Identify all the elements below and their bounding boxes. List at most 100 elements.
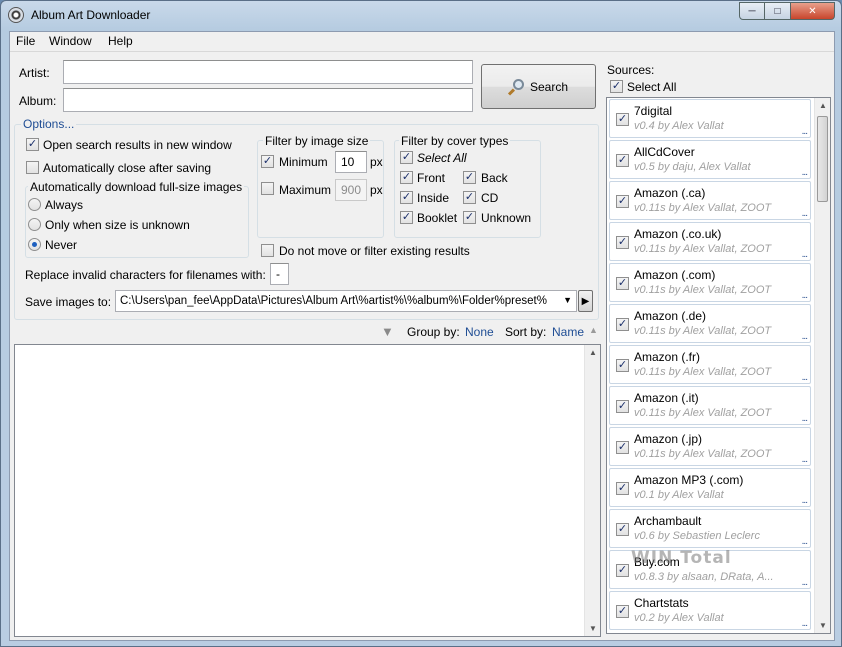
source-item[interactable]: ✓ Chartstats v0.2 by Alex Vallat... <box>609 591 811 630</box>
source-item[interactable]: ✓ Amazon MP3 (.com) v0.1 by Alex Vallat... <box>609 468 811 507</box>
filter-funnel-icon[interactable]: ▼ <box>381 324 394 339</box>
inside-checkbox[interactable]: ✓ <box>400 191 413 204</box>
source-item[interactable]: ✓ 7digital v0.4 by Alex Vallat... <box>609 99 811 138</box>
save-path-label: Save images to: <box>25 295 112 309</box>
source-item[interactable]: ✓ Amazon (.jp) v0.11s by Alex Vallat, ZOOT… <box>609 427 811 466</box>
minimize-button[interactable]: ─ <box>739 2 765 20</box>
source-name: Amazon (.fr) <box>634 350 701 364</box>
sources-select-all-checkbox[interactable]: ✓ <box>610 80 623 93</box>
cd-checkbox[interactable]: ✓ <box>463 191 476 204</box>
sources-scrollbar[interactable]: ▲ ▼ <box>814 98 830 633</box>
replace-input[interactable]: - <box>270 263 289 285</box>
minimum-input[interactable]: 10 <box>335 151 367 173</box>
scroll-up-icon[interactable]: ▲ <box>589 348 597 357</box>
close-button[interactable]: ✕ <box>791 2 835 20</box>
maximum-checkbox[interactable] <box>261 182 274 195</box>
back-checkbox[interactable]: ✓ <box>463 171 476 184</box>
menu-window[interactable]: Window <box>49 34 92 48</box>
source-checkbox[interactable]: ✓ <box>616 523 629 536</box>
title-bar[interactable]: Album Art Downloader ─ □ ✕ <box>1 1 841 31</box>
source-name: Amazon (.co.uk) <box>634 227 722 241</box>
source-item[interactable]: ✓ Amazon (.co.uk) v0.11s by Alex Vallat, Z… <box>609 222 811 261</box>
menu-help[interactable]: Help <box>108 34 133 48</box>
minimum-px: px <box>370 155 383 169</box>
source-checkbox[interactable]: ✓ <box>616 113 629 126</box>
source-item[interactable]: ✓ Amazon (.fr) v0.11s by Alex Vallat, ZOOT… <box>609 345 811 384</box>
source-item[interactable]: ✓ AllCdCover v0.5 by daju, Alex Vallat... <box>609 140 811 179</box>
source-name: Amazon (.de) <box>634 309 707 323</box>
source-options-button[interactable]: ... <box>802 372 808 383</box>
source-options-button[interactable]: ... <box>802 413 808 424</box>
results-scrollbar[interactable]: ▲ ▼ <box>584 345 600 636</box>
artist-input[interactable] <box>63 60 473 84</box>
source-item[interactable]: ✓ Amazon (.ca) v0.11s by Alex Vallat, ZOOT… <box>609 181 811 220</box>
source-options-button[interactable]: ... <box>802 126 808 137</box>
source-options-button[interactable]: ... <box>802 290 808 301</box>
source-version: v0.6 by Sebastien Leclerc <box>634 530 760 542</box>
results-panel[interactable]: ▲ ▼ <box>14 344 601 637</box>
sort-direction-icon[interactable]: ▲ <box>589 325 598 335</box>
source-checkbox[interactable]: ✓ <box>616 400 629 413</box>
scroll-down-icon[interactable]: ▼ <box>819 621 827 630</box>
album-input[interactable] <box>63 88 473 112</box>
front-checkbox[interactable]: ✓ <box>400 171 413 184</box>
unknown-checkbox[interactable]: ✓ <box>463 211 476 224</box>
source-options-button[interactable]: ... <box>802 536 808 547</box>
group-by-value[interactable]: None <box>465 325 494 339</box>
source-checkbox[interactable]: ✓ <box>616 154 629 167</box>
open-new-window-checkbox[interactable]: ✓ <box>26 138 39 151</box>
source-checkbox[interactable]: ✓ <box>616 441 629 454</box>
minimize-icon: ─ <box>748 5 756 17</box>
source-version: v0.11s by Alex Vallat, ZOOT <box>634 407 772 419</box>
source-checkbox[interactable]: ✓ <box>616 482 629 495</box>
save-path-browse-button[interactable]: ▶ <box>578 290 593 312</box>
play-arrow-icon: ▶ <box>581 295 590 307</box>
sort-by-label: Sort by: <box>505 325 547 339</box>
source-options-button[interactable]: ... <box>802 331 808 342</box>
search-button[interactable]: Search <box>481 64 596 109</box>
radio-always-label: Always <box>45 198 84 212</box>
radio-always[interactable] <box>28 198 41 211</box>
source-checkbox[interactable]: ✓ <box>616 605 629 618</box>
source-options-button[interactable]: ... <box>802 618 808 629</box>
source-item[interactable]: ✓ Amazon (.de) v0.11s by Alex Vallat, ZOOT… <box>609 304 811 343</box>
inside-label: Inside <box>417 191 450 205</box>
options-expander[interactable]: Options... <box>21 117 77 131</box>
source-item[interactable]: ✓ Archambault v0.6 by Sebastien Leclerc... <box>609 509 811 548</box>
source-item[interactable]: ✓ Amazon (.com) v0.11s by Alex Vallat, ZOO… <box>609 263 811 302</box>
sort-by-value[interactable]: Name <box>552 325 584 339</box>
booklet-label: Booklet <box>417 211 458 225</box>
no-move-checkbox[interactable] <box>261 244 274 257</box>
auto-close-checkbox[interactable] <box>26 161 39 174</box>
radio-never[interactable] <box>28 238 41 251</box>
source-name: Amazon (.com) <box>634 268 716 282</box>
source-options-button[interactable]: ... <box>802 249 808 260</box>
maximize-icon: □ <box>774 5 781 17</box>
source-options-button[interactable]: ... <box>802 208 808 219</box>
source-checkbox[interactable]: ✓ <box>616 564 629 577</box>
source-options-button[interactable]: ... <box>802 495 808 506</box>
radio-size-unknown[interactable] <box>28 218 41 231</box>
scroll-down-icon[interactable]: ▼ <box>589 624 597 633</box>
source-checkbox[interactable]: ✓ <box>616 359 629 372</box>
select-all-covers-checkbox[interactable]: ✓ <box>400 151 413 164</box>
source-checkbox[interactable]: ✓ <box>616 318 629 331</box>
scroll-up-icon[interactable]: ▲ <box>819 101 827 110</box>
source-options-button[interactable]: ... <box>802 167 808 178</box>
open-new-window-label: Open search results in new window <box>43 138 232 152</box>
minimum-checkbox[interactable]: ✓ <box>261 155 274 168</box>
maximize-button[interactable]: □ <box>765 2 791 20</box>
source-checkbox[interactable]: ✓ <box>616 277 629 290</box>
maximum-px: px <box>370 183 383 197</box>
scroll-thumb[interactable] <box>817 116 828 202</box>
menu-file[interactable]: File <box>16 34 35 48</box>
save-path-combo[interactable]: C:\Users\pan_fee\AppData\Pictures\Album … <box>115 290 577 312</box>
source-options-button[interactable]: ... <box>802 454 808 465</box>
window-title: Album Art Downloader <box>31 8 151 22</box>
source-checkbox[interactable]: ✓ <box>616 236 629 249</box>
source-checkbox[interactable]: ✓ <box>616 195 629 208</box>
maximum-input[interactable]: 900 <box>335 179 367 201</box>
source-options-button[interactable]: ... <box>802 577 808 588</box>
source-item[interactable]: ✓ Amazon (.it) v0.11s by Alex Vallat, ZOOT… <box>609 386 811 425</box>
booklet-checkbox[interactable]: ✓ <box>400 211 413 224</box>
